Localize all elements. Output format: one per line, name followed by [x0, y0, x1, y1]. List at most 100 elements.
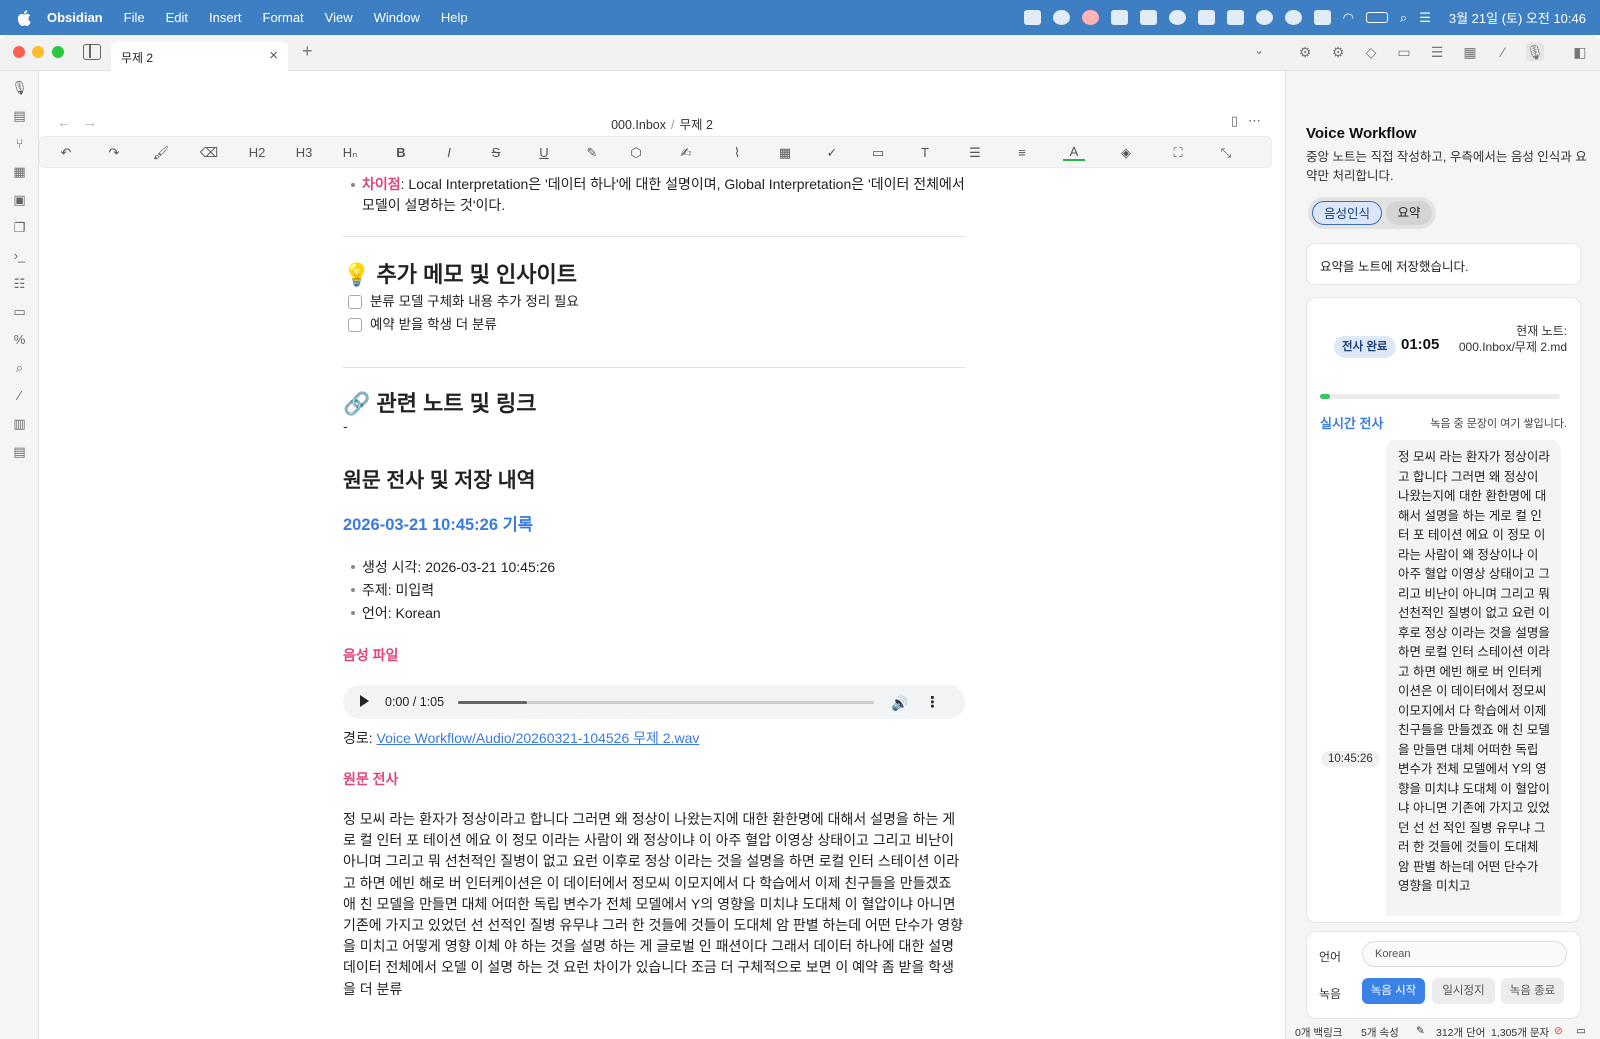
daily-note-icon[interactable]: ▣ [11, 191, 28, 208]
menu-help[interactable]: Help [441, 10, 468, 25]
cube-icon[interactable]: ⬡ [625, 143, 647, 163]
status-app-icon[interactable] [1081, 10, 1099, 25]
stop-recording-button[interactable]: 녹음 종료 [1501, 978, 1564, 1004]
table-icon[interactable]: ▥ [11, 415, 28, 432]
heading-3-button[interactable]: H3 [293, 143, 315, 163]
text-size-icon[interactable]: T [914, 143, 936, 163]
plugin-icon[interactable]: ⚙ [1329, 43, 1347, 61]
tab-voice-recognition[interactable]: 음성인식 [1312, 201, 1382, 225]
highlight-pen-icon[interactable]: ✎ [581, 143, 603, 163]
format-painter-icon[interactable]: 🖌 [150, 143, 172, 163]
eraser-icon[interactable]: ⌫ [198, 143, 220, 163]
text-color-button[interactable]: A [1063, 143, 1085, 161]
collapse-icon[interactable]: ⤡ [1215, 143, 1237, 163]
align-icon[interactable]: ≡ [1011, 143, 1033, 163]
checklist-icon[interactable]: ☷ [11, 275, 28, 292]
sync-status-icon[interactable]: ⊘ [1554, 1025, 1563, 1037]
window-close-button[interactable] [13, 46, 25, 58]
microphone-icon[interactable]: 🎙 [1526, 43, 1544, 61]
archive-icon[interactable]: ▭ [1395, 43, 1413, 61]
new-tab-icon[interactable]: + [302, 41, 313, 62]
check-circle-icon[interactable]: ✓ [821, 143, 843, 163]
control-center-icon[interactable]: ☰ [1419, 10, 1431, 26]
live-transcript-bubble[interactable]: 정 모씨 라는 환자가 정상이라고 합니다 그러면 왜 정상이 나왔는지에 대한… [1386, 440, 1561, 916]
menu-view[interactable]: View [325, 10, 353, 25]
audio-file-link[interactable]: Voice Workflow/Audio/20260321-104526 무제 … [377, 730, 700, 746]
language-select[interactable]: Korean [1362, 941, 1567, 967]
strikethrough-button[interactable]: S [485, 143, 507, 163]
outline-icon[interactable]: ☰ [1428, 43, 1446, 61]
right-sidebar-toggle-icon[interactable]: ◧ [1571, 43, 1589, 61]
pause-recording-button[interactable]: 일시정지 [1432, 978, 1495, 1004]
breadcrumb-note[interactable]: 무제 2 [679, 118, 712, 132]
menubar-clock[interactable]: 3월 21일 (토) 오전 10:46 [1449, 8, 1586, 27]
heading-n-button[interactable]: Hₙ [339, 143, 361, 163]
slides-icon[interactable]: ▭ [11, 303, 28, 320]
task-checkbox[interactable] [348, 294, 362, 309]
note-content[interactable]: 차이점: Local Interpretation은 '데이터 하나'에 대한 … [343, 166, 965, 1000]
calendar-icon[interactable]: ▦ [1461, 43, 1479, 61]
vault-icon[interactable]: ▭ [1576, 1025, 1586, 1037]
menu-file[interactable]: File [124, 10, 145, 25]
window-minimize-button[interactable] [32, 46, 44, 58]
tab-active-note[interactable]: 무제 2 × [111, 41, 288, 72]
italic-button[interactable]: I [438, 143, 460, 163]
backlinks-count[interactable]: 0개 백링크 [1295, 1025, 1342, 1039]
input-source-icon[interactable] [1313, 10, 1331, 25]
table-icon[interactable]: ▦ [774, 143, 796, 163]
fullscreen-icon[interactable]: ⛶ [1167, 143, 1189, 163]
kanban-icon[interactable]: ▤ [11, 443, 28, 460]
start-recording-button[interactable]: 녹음 시작 [1362, 978, 1425, 1004]
new-note-icon[interactable]: ▤ [11, 107, 28, 124]
menu-insert[interactable]: Insert [209, 10, 242, 25]
left-sidebar-toggle-icon[interactable] [83, 44, 101, 60]
status-app-icon[interactable] [1023, 10, 1041, 25]
wifi-icon[interactable]: ◠ [1343, 10, 1354, 26]
percent-icon[interactable]: % [11, 331, 28, 348]
heading-2-button[interactable]: H2 [246, 143, 268, 163]
tab-summary[interactable]: 요약 [1386, 201, 1432, 225]
window-maximize-button[interactable] [52, 46, 64, 58]
audio-seek-bar[interactable] [458, 701, 874, 704]
status-app-icon[interactable] [1284, 10, 1302, 25]
task-checkbox[interactable] [348, 317, 362, 332]
undo-icon[interactable]: ↶ [55, 143, 77, 163]
canvas-icon[interactable]: ▦ [11, 163, 28, 180]
apple-menu-icon[interactable] [17, 9, 33, 26]
status-app-icon[interactable] [1168, 10, 1186, 25]
menu-format[interactable]: Format [263, 10, 304, 25]
callout-icon[interactable]: ▭ [867, 143, 889, 163]
edit-icon[interactable]: ✍ [675, 143, 697, 163]
magic-wand-icon[interactable]: ⁄ [1494, 43, 1512, 61]
underline-button[interactable]: U [533, 143, 555, 163]
graph-view-icon[interactable]: ⑂ [11, 135, 28, 152]
menu-app-name[interactable]: Obsidian [47, 10, 103, 25]
status-app-icon[interactable] [1110, 10, 1128, 25]
status-app-icon[interactable] [1226, 10, 1244, 25]
templates-icon[interactable]: ❐ [11, 219, 28, 236]
battery-icon[interactable] [1365, 12, 1388, 23]
menu-window[interactable]: Window [374, 10, 420, 25]
tag-icon[interactable]: ◇ [1362, 43, 1380, 61]
menu-edit[interactable]: Edit [166, 10, 188, 25]
search-icon[interactable]: ⌕ [11, 359, 28, 376]
more-options-icon[interactable]: ⋮ [925, 692, 940, 713]
breadcrumb-folder[interactable]: 000.Inbox [611, 118, 666, 132]
status-app-icon[interactable] [1139, 10, 1157, 25]
command-palette-icon[interactable]: ›_ [11, 247, 28, 264]
properties-count[interactable]: 5개 속성 [1361, 1025, 1399, 1039]
plugin-icon[interactable]: ⚙ [1296, 43, 1314, 61]
search-icon[interactable]: ⌕ [1400, 10, 1407, 26]
tab-close-icon[interactable]: × [269, 47, 278, 64]
edit-pencil-icon[interactable]: ✎ [1416, 1025, 1425, 1037]
attachment-icon[interactable]: ⌇ [726, 143, 748, 163]
magic-wand-icon[interactable]: ⁄ [11, 387, 28, 404]
status-app-icon[interactable] [1052, 10, 1070, 25]
status-app-icon[interactable] [1255, 10, 1273, 25]
microphone-icon[interactable]: 🎙 [11, 79, 28, 96]
redo-icon[interactable]: ↷ [103, 143, 125, 163]
reading-view-and-more-icons[interactable]: ▯⋯ [1231, 113, 1271, 129]
tab-list-chevron-icon[interactable]: ⌄ [1254, 43, 1264, 57]
background-color-icon[interactable]: ◈ [1115, 143, 1137, 163]
bold-button[interactable]: B [390, 143, 412, 163]
